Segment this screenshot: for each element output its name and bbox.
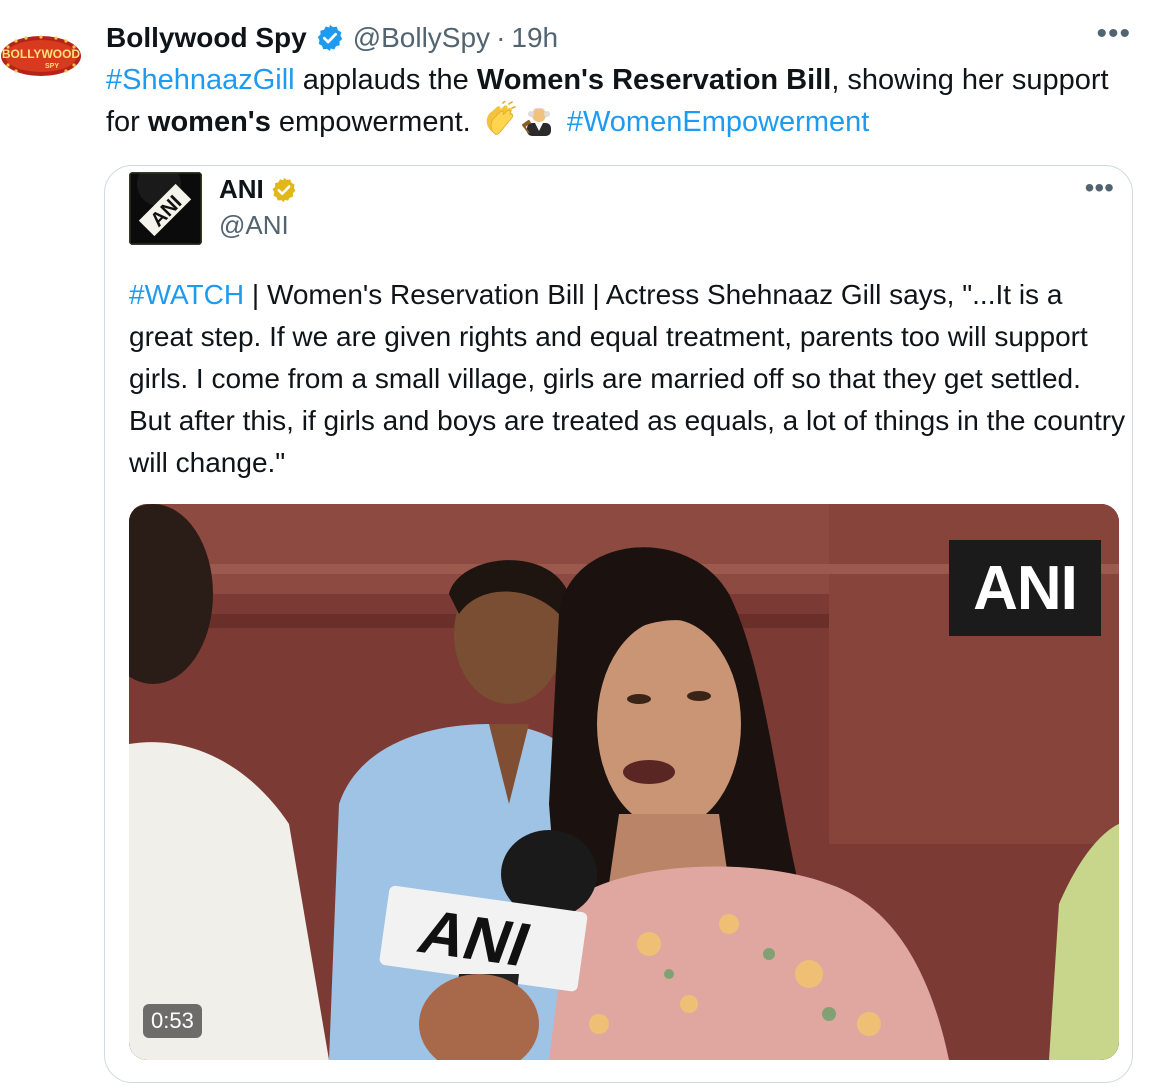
hashtag-link[interactable]: #ShehnaazGill [106,64,295,96]
hashtag-link[interactable]: #WomenEmpowerment [567,106,869,138]
verified-gold-badge-icon[interactable] [270,176,298,204]
video-watermark: ANI [949,540,1101,636]
video-duration-badge: 0:53 [143,1004,202,1038]
quoted-tweet-card[interactable]: ANI ANI @ANI ••• #WATCH | Women's Reserv… [104,165,1133,1083]
verified-badge-icon[interactable] [315,23,345,53]
hashtag-link[interactable]: #WATCH [129,279,244,310]
judge-icon [521,101,557,149]
quoted-more-options-icon[interactable]: ••• [1085,174,1114,202]
quoted-tweet-text: #WATCH | Women's Reservation Bill | Actr… [129,274,1129,484]
video-player[interactable]: ANI ANI 0:53 [129,504,1119,1060]
quoted-author-name[interactable]: ANI [219,174,264,205]
more-options-icon[interactable]: ••• [1096,19,1131,49]
author-avatar[interactable]: BOLLYWOOD SPY [0,30,82,82]
tweet-text-segment: empowerment. [270,106,479,138]
tweet: BOLLYWOOD SPY Bollywood Spy @BollySpy · … [0,0,1169,1091]
tweet-timestamp[interactable]: 19h [511,22,558,54]
quoted-author-handle[interactable]: @ANI [219,210,289,241]
tweet-text-bold: women's [147,106,271,138]
separator-dot: · [496,22,506,53]
tweet-header: Bollywood Spy @BollySpy · 19h [106,18,558,58]
author-handle[interactable]: @BollySpy [353,22,490,54]
avatar-logo-text: BOLLYWOOD [2,47,81,61]
clapping-hands-icon [481,100,517,149]
author-name[interactable]: Bollywood Spy [106,22,307,54]
tweet-text: #ShehnaazGill applauds the Women's Reser… [106,60,1146,149]
quoted-text-body: | Women's Reservation Bill | Actress She… [129,279,1126,478]
tweet-text-bold: Women's Reservation Bill [476,64,832,96]
quoted-header: ANI [219,174,298,205]
avatar-logo-subtext: SPY [45,63,59,70]
quoted-author-avatar[interactable]: ANI [129,172,202,245]
tweet-text-segment: applauds the [294,64,477,96]
